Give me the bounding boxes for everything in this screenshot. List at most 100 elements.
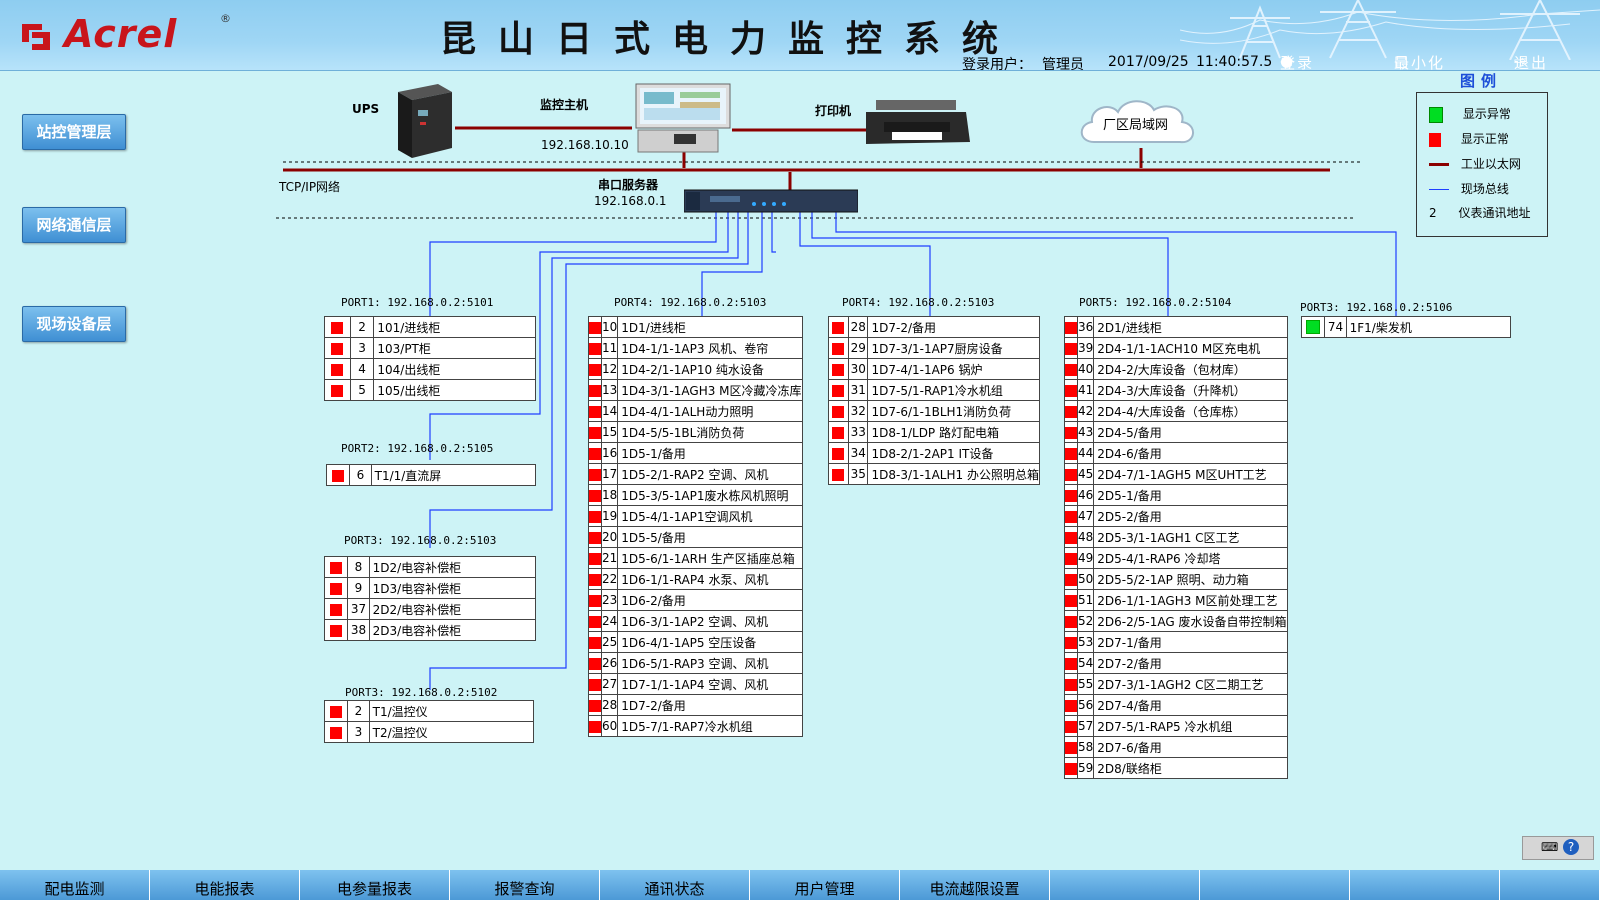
table-row[interactable]: 26 1D6-5/1-RAP3 空调、风机 bbox=[588, 652, 803, 674]
table-row[interactable]: 29 1D7-3/1-1AP7厨房设备 bbox=[828, 337, 1040, 359]
footer-tab-0[interactable]: 配电监测 bbox=[0, 870, 150, 900]
table-row[interactable]: 41 2D4-3/大库设备（升降机） bbox=[1064, 379, 1288, 401]
table-row[interactable]: 25 1D6-4/1-1AP5 空压设备 bbox=[588, 631, 803, 653]
table-row[interactable]: 44 2D4-6/备用 bbox=[1064, 442, 1288, 464]
table-row[interactable]: 53 2D7-1/备用 bbox=[1064, 631, 1288, 653]
table-row[interactable]: 23 1D6-2/备用 bbox=[588, 589, 803, 611]
table-row[interactable]: 58 2D7-6/备用 bbox=[1064, 736, 1288, 758]
table-row[interactable]: 8 1D2/电容补偿柜 bbox=[323, 556, 537, 578]
device-name: 2D4-3/大库设备（升降机） bbox=[1093, 379, 1288, 401]
footer-tab-4[interactable]: 通讯状态 bbox=[600, 870, 750, 900]
table-row[interactable]: 57 2D7-5/1-RAP5 冷水机组 bbox=[1064, 715, 1288, 737]
monitoring-host-icon[interactable] bbox=[634, 82, 734, 154]
table-row[interactable]: 38 2D3/电容补偿柜 bbox=[323, 619, 537, 641]
table-row[interactable]: 20 1D5-5/备用 bbox=[588, 526, 803, 548]
table-row[interactable]: 43 2D4-5/备用 bbox=[1064, 421, 1288, 443]
table-row[interactable]: 33 1D8-1/LDP 路灯配电箱 bbox=[828, 421, 1040, 443]
table-row[interactable]: 59 2D8/联络柜 bbox=[1064, 757, 1288, 779]
footer-tab-7[interactable] bbox=[1050, 870, 1200, 900]
table-row[interactable]: 34 1D8-2/1-2AP1 IT设备 bbox=[828, 442, 1040, 464]
table-row[interactable]: 3 T2/温控仪 bbox=[323, 721, 535, 743]
table-row[interactable]: 42 2D4-4/大库设备（仓库栋） bbox=[1064, 400, 1288, 422]
footer-tab-9[interactable] bbox=[1350, 870, 1500, 900]
footer-tab-10[interactable] bbox=[1500, 870, 1600, 900]
keyboard-icon[interactable]: ⌨ bbox=[1541, 840, 1558, 854]
table-row[interactable]: 6 T1/1/直流屏 bbox=[325, 464, 537, 486]
table-row[interactable]: 37 2D2/电容补偿柜 bbox=[323, 598, 537, 620]
device-address: 6 bbox=[349, 464, 372, 486]
table-row[interactable]: 2 101/进线柜 bbox=[324, 316, 536, 338]
table-row[interactable]: 10 1D1/进线柜 bbox=[588, 316, 803, 338]
port-label: PORT3: 192.168.0.2:5102 bbox=[345, 686, 498, 699]
table-row[interactable]: 40 2D4-2/大库设备（包材库） bbox=[1064, 358, 1288, 380]
table-row[interactable]: 36 2D1/进线柜 bbox=[1064, 316, 1288, 338]
table-row[interactable]: 22 1D6-1/1-RAP4 水泵、风机 bbox=[588, 568, 803, 590]
red-status-icon bbox=[832, 342, 845, 355]
table-row[interactable]: 5 105/出线柜 bbox=[324, 379, 536, 401]
red-status-icon bbox=[1065, 447, 1077, 460]
ups-icon[interactable] bbox=[390, 82, 456, 158]
table-row[interactable]: 39 2D4-1/1-1ACH10 M区充电机 bbox=[1064, 337, 1288, 359]
table-row[interactable]: 50 2D5-5/2-1AP 照明、动力箱 bbox=[1064, 568, 1288, 590]
table-row[interactable]: 13 1D4-3/1-1AGH3 M区冷藏冷冻库 bbox=[588, 379, 803, 401]
footer-tab-5[interactable]: 用户管理 bbox=[750, 870, 900, 900]
table-row[interactable]: 51 2D6-1/1-1AGH3 M区前处理工艺 bbox=[1064, 589, 1288, 611]
help-icon[interactable]: ? bbox=[1563, 839, 1579, 855]
table-row[interactable]: 14 1D4-4/1-1ALH动力照明 bbox=[588, 400, 803, 422]
table-row[interactable]: 32 1D7-6/1-1BLH1消防负荷 bbox=[828, 400, 1040, 422]
table-row[interactable]: 9 1D3/电容补偿柜 bbox=[323, 577, 537, 599]
table-row[interactable]: 12 1D4-2/1-1AP10 纯水设备 bbox=[588, 358, 803, 380]
table-row[interactable]: 55 2D7-3/1-1AGH2 C区二期工艺 bbox=[1064, 673, 1288, 695]
device-address: 59 bbox=[1076, 757, 1095, 779]
footer-nav: 配电监测 电能报表 电参量报表 报警查询 通讯状态 用户管理 电流越限设置 bbox=[0, 870, 1600, 900]
device-name: T1/1/直流屏 bbox=[370, 464, 537, 486]
port-label: PORT3: 192.168.0.2:5106 bbox=[1300, 301, 1453, 314]
table-row[interactable]: 47 2D5-2/备用 bbox=[1064, 505, 1288, 527]
red-status-icon bbox=[330, 624, 343, 637]
table-row[interactable]: 15 1D4-5/5-1BL消防负荷 bbox=[588, 421, 803, 443]
table-row[interactable]: 2 T1/温控仪 bbox=[323, 700, 535, 722]
table-row[interactable]: 30 1D7-4/1-1AP6 锅炉 bbox=[828, 358, 1040, 380]
table-row[interactable]: 24 1D6-3/1-1AP2 空调、风机 bbox=[588, 610, 803, 632]
table-row[interactable]: 52 2D6-2/5-1AG 废水设备自带控制箱 bbox=[1064, 610, 1288, 632]
table-row[interactable]: 45 2D4-7/1-1AGH5 M区UHT工艺 bbox=[1064, 463, 1288, 485]
table-row[interactable]: 19 1D5-4/1-1AP1空调风机 bbox=[588, 505, 803, 527]
red-status-icon bbox=[832, 426, 845, 439]
footer-tab-6[interactable]: 电流越限设置 bbox=[900, 870, 1050, 900]
footer-tab-2[interactable]: 电参量报表 bbox=[300, 870, 450, 900]
table-row[interactable]: 27 1D7-1/1-1AP4 空调、风机 bbox=[588, 673, 803, 695]
device-address: 24 bbox=[600, 610, 619, 632]
table-row[interactable]: 18 1D5-3/5-1AP1废水栋风机照明 bbox=[588, 484, 803, 506]
footer-tab-8[interactable] bbox=[1200, 870, 1350, 900]
table-row[interactable]: 60 1D5-7/1-RAP7冷水机组 bbox=[588, 715, 803, 737]
device-name: 101/进线柜 bbox=[373, 316, 536, 338]
device-name: 2D5-3/1-1AGH1 C区工艺 bbox=[1093, 526, 1288, 548]
table-row[interactable]: 17 1D5-2/1-RAP2 空调、风机 bbox=[588, 463, 803, 485]
table-row[interactable]: 16 1D5-1/备用 bbox=[588, 442, 803, 464]
table-row[interactable]: 49 2D5-4/1-RAP6 冷却塔 bbox=[1064, 547, 1288, 569]
table-row[interactable]: 28 1D7-2/备用 bbox=[828, 316, 1040, 338]
table-row[interactable]: 3 103/PT柜 bbox=[324, 337, 536, 359]
table-row[interactable]: 74 1F1/柴发机 bbox=[1300, 316, 1512, 338]
serial-server-icon[interactable] bbox=[684, 186, 858, 214]
device-address: 36 bbox=[1076, 316, 1095, 338]
footer-tab-1[interactable]: 电能报表 bbox=[150, 870, 300, 900]
table-row[interactable]: 11 1D4-1/1-1AP3 风机、卷帘 bbox=[588, 337, 803, 359]
table-row[interactable]: 54 2D7-2/备用 bbox=[1064, 652, 1288, 674]
device-name: 1D5-5/备用 bbox=[617, 526, 803, 548]
table-row[interactable]: 56 2D7-4/备用 bbox=[1064, 694, 1288, 716]
table-row[interactable]: 31 1D7-5/1-RAP1冷水机组 bbox=[828, 379, 1040, 401]
red-status-icon bbox=[589, 657, 601, 670]
red-status-icon bbox=[589, 678, 601, 691]
table-row[interactable]: 48 2D5-3/1-1AGH1 C区工艺 bbox=[1064, 526, 1288, 548]
printer-icon[interactable] bbox=[866, 98, 970, 148]
red-status-icon bbox=[330, 705, 343, 718]
input-method-toolbar[interactable]: ⌨ ? bbox=[1522, 836, 1594, 860]
table-row[interactable]: 4 104/出线柜 bbox=[324, 358, 536, 380]
footer-tab-3[interactable]: 报警查询 bbox=[450, 870, 600, 900]
table-row[interactable]: 28 1D7-2/备用 bbox=[588, 694, 803, 716]
table-row[interactable]: 21 1D5-6/1-1ARH 生产区插座总箱 bbox=[588, 547, 803, 569]
monitoring-host-label: 监控主机 bbox=[540, 98, 589, 112]
table-row[interactable]: 35 1D8-3/1-1ALH1 办公照明总箱 bbox=[828, 463, 1040, 485]
table-row[interactable]: 46 2D5-1/备用 bbox=[1064, 484, 1288, 506]
